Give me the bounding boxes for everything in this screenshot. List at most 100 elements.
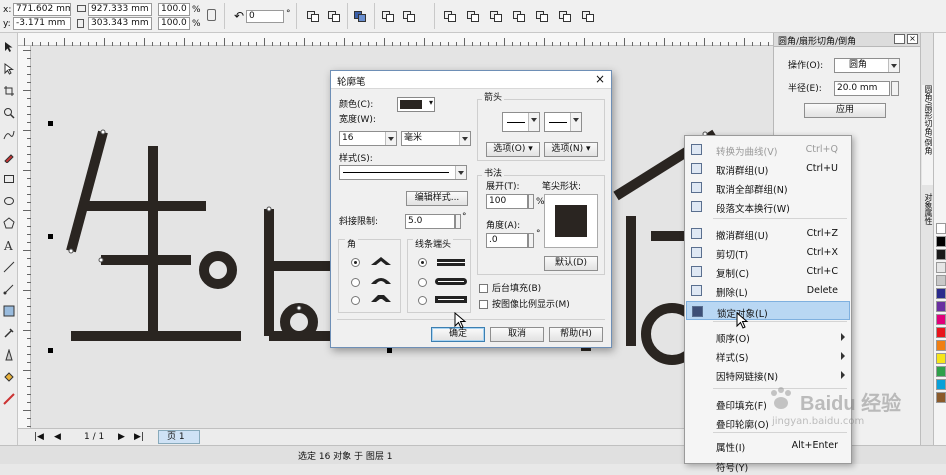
menu-item[interactable]: 复制(C) Ctrl+C [686,262,850,281]
default-nib-button[interactable]: 默认(D) [544,256,598,271]
cap-butt-radio[interactable] [418,258,427,267]
next-page-icon[interactable]: ▶ [118,432,125,442]
pick-tool-icon[interactable] [3,41,15,53]
miter-spinner[interactable] [455,214,461,229]
selection-handle[interactable] [48,348,53,353]
color-swatch[interactable] [936,236,946,247]
connector-tool-icon[interactable] [3,283,15,295]
corner-miter-radio[interactable] [351,258,360,267]
cap-square-radio[interactable] [418,296,427,305]
color-swatch[interactable] [936,275,946,286]
menu-item[interactable]: 因特网链接(N) [686,365,850,384]
radius-field[interactable]: 20.0 mm [834,81,890,96]
lock-ratio-icon[interactable] [207,9,216,21]
radius-spinner[interactable] [891,81,899,96]
miter-field[interactable]: 5.0 [405,214,455,229]
rotation-field[interactable]: 0 [246,10,284,23]
dialog-close-icon[interactable]: × [595,72,605,86]
color-swatch[interactable] [936,301,946,312]
rectangle-tool-icon[interactable] [3,173,15,185]
menu-item[interactable]: 符号(Y) [686,456,850,475]
edit-style-button[interactable]: 编辑样式... [406,191,468,206]
color-swatch[interactable] [936,392,946,403]
back-minus-front-icon[interactable] [557,9,573,23]
parallel-dimension-tool-icon[interactable] [3,261,15,273]
simplify-icon[interactable] [511,9,527,23]
zoom-tool-icon[interactable] [3,107,15,119]
width-combo[interactable]: 16 [339,131,397,146]
end-arrow-options-button[interactable]: 选项(N) ▾ [544,142,598,157]
color-picker[interactable]: ▾ [397,97,435,112]
unit-combo[interactable]: 毫米 [401,131,471,146]
color-swatch[interactable] [936,340,946,351]
mirror-horizontal-icon[interactable] [305,9,321,23]
front-minus-back-icon[interactable] [534,9,550,23]
outline-pen-tool-icon[interactable] [3,349,15,361]
menu-item[interactable]: 转换为曲线(V) Ctrl+Q [686,140,850,159]
stretch-field[interactable]: 100 [486,194,528,209]
scale-with-image-checkbox[interactable] [479,300,488,309]
color-swatch[interactable] [936,223,946,234]
start-arrow-combo[interactable] [502,112,540,132]
prev-page-icon[interactable]: ◀ [54,432,61,442]
start-arrow-options-button[interactable]: 选项(O) ▾ [486,142,540,157]
behind-fill-checkbox[interactable] [479,284,488,293]
mirror-vertical-icon[interactable] [326,9,342,23]
docker-close-icon[interactable]: × [907,34,918,44]
line-style-combo[interactable] [339,165,467,180]
color-swatch[interactable] [936,366,946,377]
y-position-field[interactable]: -3.171 mm [13,17,71,30]
ellipse-tool-icon[interactable] [3,195,15,207]
corner-round-radio[interactable] [351,278,360,287]
docker-tab-properties[interactable]: 对象属性 [922,193,933,243]
selection-handle[interactable] [48,234,53,239]
menu-item[interactable]: 取消全部群组(N) [686,178,850,197]
selection-handle[interactable] [387,348,392,353]
nib-preview[interactable] [544,194,598,248]
intersect-icon[interactable] [488,9,504,23]
stretch-spinner[interactable] [528,194,534,209]
freehand-tool-icon[interactable] [3,129,15,141]
menu-item[interactable]: 删除(L) Delete [686,281,850,300]
operation-select[interactable]: 圆角 [834,58,900,73]
cap-round-radio[interactable] [418,278,427,287]
help-button[interactable]: 帮助(H) [549,327,603,342]
weld-icon[interactable] [442,9,458,23]
interactive-tool-icon[interactable] [3,305,15,317]
crop-tool-icon[interactable] [3,85,15,97]
menu-item[interactable]: 样式(S) [686,346,850,365]
menu-item[interactable]: 剪切(T) Ctrl+X [686,243,850,262]
last-page-icon[interactable]: ▶| [134,432,144,442]
polygon-tool-icon[interactable] [3,217,15,229]
selection-handle[interactable] [48,121,53,126]
object-height-field[interactable]: 303.343 mm [88,17,152,30]
angle-field[interactable]: .0 [486,233,528,248]
menu-item[interactable]: 取消群组(U) Ctrl+U [686,159,850,178]
eyedropper-tool-icon[interactable] [3,327,15,339]
color-swatch[interactable] [936,314,946,325]
color-swatch[interactable] [936,327,946,338]
cancel-button[interactable]: 取消 [490,327,544,342]
page-tab[interactable]: 页 1 [158,430,200,444]
menu-item[interactable]: 段落文本换行(W) [686,197,850,216]
docker-tab-fillet[interactable]: 圆角/扇形切角/倒角 [922,85,933,185]
ungroup-toolbar-icon[interactable] [380,9,396,23]
docker-minimize-icon[interactable] [894,34,905,44]
scale-y-field[interactable]: 100.0 [158,17,190,30]
fill-tool-icon[interactable] [3,371,15,383]
menu-item[interactable]: 顺序(O) [686,327,850,346]
object-width-field[interactable]: 927.333 mm [88,3,152,16]
group-icon[interactable] [352,9,368,23]
x-position-field[interactable]: 771.602 mm [13,3,71,16]
color-swatch[interactable] [936,262,946,273]
menu-item[interactable]: 锁定对象(L) [686,301,850,320]
corner-bevel-radio[interactable] [351,296,360,305]
ungroup-all-toolbar-icon[interactable] [401,9,417,23]
boundary-icon[interactable] [580,9,596,23]
menu-item[interactable]: 属性(I) Alt+Enter [686,436,850,455]
shape-tool-icon[interactable] [3,63,15,75]
angle-spinner[interactable] [528,233,534,248]
color-swatch[interactable] [936,379,946,390]
text-tool-icon[interactable]: A [3,239,15,251]
interactive-fill-tool-icon[interactable] [3,393,15,405]
